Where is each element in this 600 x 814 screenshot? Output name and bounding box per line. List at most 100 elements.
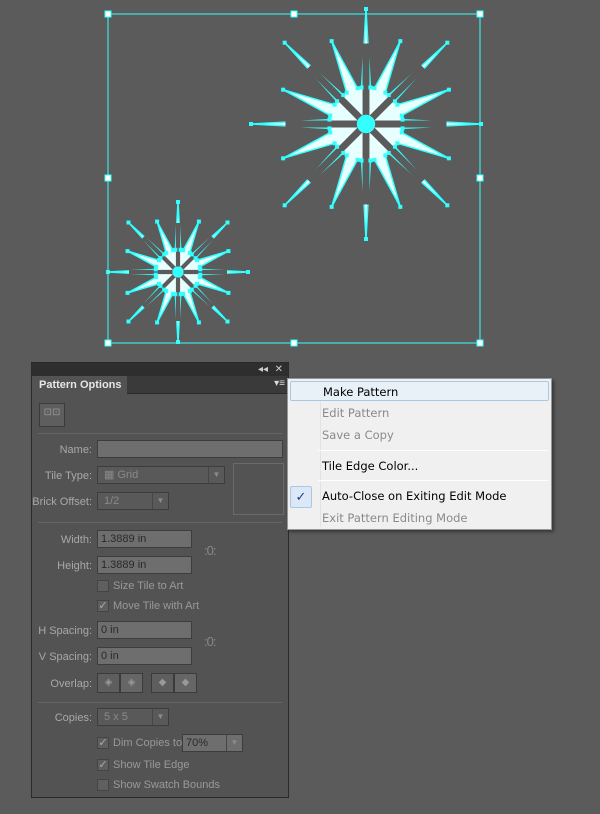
anchor-point[interactable] [281, 156, 286, 161]
anchor-point[interactable] [364, 237, 368, 241]
anchor-point[interactable] [125, 290, 130, 295]
anchor-point[interactable] [368, 158, 373, 163]
name-field[interactable] [97, 440, 283, 458]
large-snowflake[interactable] [249, 7, 483, 241]
anchor-point[interactable] [372, 86, 377, 91]
overlap-left-in-front-button[interactable]: ◈ [97, 673, 120, 693]
double-chevron-left-icon[interactable]: ◂◂ [258, 363, 268, 376]
width-field[interactable]: 1.3889 in [97, 530, 192, 548]
overlap-bottom-in-front-button[interactable]: ◆ [174, 673, 197, 693]
anchor-point[interactable] [187, 289, 192, 294]
pattern-tile-tool-icon[interactable]: ⊡⊡ [39, 403, 65, 427]
anchor-point[interactable] [126, 319, 131, 324]
artboard-canvas[interactable] [0, 0, 600, 360]
anchor-point[interactable] [328, 130, 333, 135]
resize-handle[interactable] [476, 10, 484, 18]
tile-type-dropdown[interactable]: ▦ Grid ▼ [97, 466, 225, 484]
anchor-point[interactable] [158, 256, 163, 261]
brick-offset-dropdown[interactable]: 1/2 ▼ [97, 492, 169, 510]
anchor-point[interactable] [355, 157, 360, 162]
link-spacing-icon[interactable]: :0: [204, 634, 217, 649]
anchor-point[interactable] [225, 319, 230, 324]
anchor-point[interactable] [446, 87, 451, 92]
panel-title-bar[interactable]: ◂◂ ✕ [32, 363, 288, 376]
show-tile-edge-checkbox[interactable]: ✓ Show Tile Edge [97, 759, 189, 772]
anchor-point[interactable] [173, 247, 178, 252]
anchor-point[interactable] [197, 264, 202, 269]
anchor-point[interactable] [170, 291, 175, 296]
anchor-point[interactable] [281, 87, 286, 92]
anchor-point[interactable] [445, 203, 450, 208]
resize-handle[interactable] [290, 339, 298, 347]
anchor-point[interactable] [359, 85, 364, 90]
anchor-point[interactable] [400, 117, 405, 122]
anchor-point[interactable] [176, 200, 180, 204]
size-tile-to-art-checkbox[interactable]: Size Tile to Art [97, 580, 183, 593]
anchor-point[interactable] [282, 203, 287, 208]
menu-item-make-pattern[interactable]: Make Pattern [290, 381, 549, 401]
anchor-point[interactable] [282, 40, 287, 45]
anchor-point[interactable] [155, 320, 160, 325]
snowflake-artwork[interactable] [106, 7, 483, 344]
height-field[interactable]: 1.3889 in [97, 556, 192, 574]
anchor-point[interactable] [399, 130, 404, 135]
link-dimensions-icon[interactable]: :0: [204, 543, 217, 558]
anchor-point[interactable] [355, 86, 360, 91]
menu-item-auto-close[interactable]: Auto-Close on Exiting Edit Mode [290, 486, 549, 506]
anchor-point[interactable] [332, 141, 337, 146]
menu-item-save-a-copy[interactable]: Save a Copy [290, 425, 549, 445]
tab-pattern-options[interactable]: Pattern Options [32, 376, 127, 395]
small-snowflake[interactable] [106, 200, 250, 344]
overlap-right-in-front-button[interactable]: ◈ [120, 673, 143, 693]
anchor-point[interactable] [364, 7, 368, 11]
close-icon[interactable]: ✕ [275, 363, 283, 376]
overlap-top-in-front-button[interactable]: ◆ [151, 673, 174, 693]
anchor-point[interactable] [328, 113, 333, 118]
anchor-point[interactable] [226, 249, 231, 254]
anchor-point[interactable] [225, 220, 230, 225]
menu-item-edit-pattern[interactable]: Edit Pattern [290, 403, 549, 423]
anchor-point[interactable] [196, 320, 201, 325]
anchor-point[interactable] [398, 39, 403, 44]
anchor-point[interactable] [197, 275, 202, 280]
resize-handle[interactable] [104, 10, 112, 18]
anchor-point[interactable] [226, 290, 231, 295]
anchor-point[interactable] [386, 93, 391, 98]
anchor-point[interactable] [329, 39, 334, 44]
dim-copies-checkbox[interactable]: ✓ Dim Copies to: [97, 737, 185, 750]
anchor-point[interactable] [249, 122, 253, 126]
anchor-point[interactable] [153, 272, 158, 277]
resize-handle[interactable] [104, 339, 112, 347]
anchor-point[interactable] [126, 220, 131, 225]
anchor-point[interactable] [344, 90, 349, 95]
anchor-point[interactable] [383, 153, 388, 158]
anchor-point[interactable] [445, 40, 450, 45]
anchor-point[interactable] [395, 102, 400, 107]
anchor-point[interactable] [335, 99, 340, 104]
anchor-point[interactable] [189, 252, 194, 257]
anchor-point[interactable] [246, 270, 250, 274]
anchor-point[interactable] [178, 292, 183, 297]
resize-handle[interactable] [476, 174, 484, 182]
anchor-point[interactable] [341, 150, 346, 155]
panel-menu-icon[interactable]: ▾≡ [274, 378, 285, 389]
resize-handle[interactable] [290, 10, 298, 18]
anchor-point[interactable] [156, 281, 161, 286]
anchor-point[interactable] [399, 113, 404, 118]
anchor-point[interactable] [372, 157, 377, 162]
v-spacing-field[interactable]: 0 in [97, 647, 192, 665]
anchor-point[interactable] [368, 85, 373, 90]
anchor-point[interactable] [125, 249, 130, 254]
anchor-point[interactable] [181, 248, 186, 253]
anchor-point[interactable] [392, 144, 397, 149]
resize-handle[interactable] [476, 339, 484, 347]
anchor-point[interactable] [327, 126, 332, 131]
anchor-point[interactable] [196, 219, 201, 224]
anchor-point[interactable] [400, 126, 405, 131]
anchor-point[interactable] [193, 283, 198, 288]
anchor-point[interactable] [164, 250, 169, 255]
anchor-point[interactable] [327, 117, 332, 122]
menu-item-tile-edge-color[interactable]: Tile Edge Color... [290, 456, 549, 476]
copies-dropdown[interactable]: 5 x 5 ▼ [97, 708, 169, 726]
move-tile-with-art-checkbox[interactable]: ✓ Move Tile with Art [97, 600, 199, 613]
